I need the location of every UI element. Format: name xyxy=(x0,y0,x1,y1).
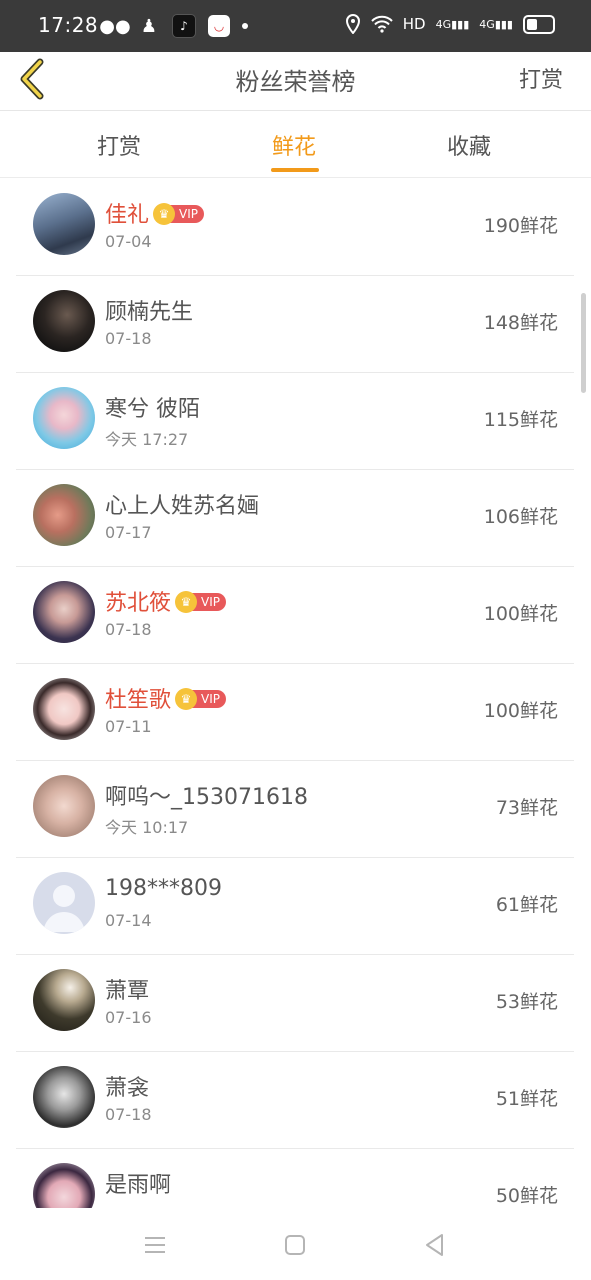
battery-icon xyxy=(523,14,555,34)
gift-date: 07-18 xyxy=(105,620,152,639)
tab-favorites[interactable]: 收藏 xyxy=(447,129,491,161)
list-item[interactable]: 寒兮 彼陌 今天 17:27 115鲜花 xyxy=(16,372,574,470)
system-icons: HD 4G▮▮▮ 4G▮▮▮ xyxy=(345,14,555,34)
list-item[interactable]: 萧覃 07-16 53鲜花 xyxy=(16,954,574,1052)
status-time: 17:28 xyxy=(38,13,99,37)
gift-date: 今天 10:17 xyxy=(105,818,189,837)
tab-reward[interactable]: 打赏 xyxy=(97,129,141,161)
active-tab-indicator xyxy=(271,168,319,172)
list-item[interactable]: 是雨啊 50鲜花 xyxy=(16,1148,574,1208)
page-title: 粉丝荣誉榜 xyxy=(235,68,356,96)
avatar[interactable] xyxy=(33,290,95,352)
flower-count: 100鲜花 xyxy=(483,700,558,722)
tab-bar: 打赏 鲜花 收藏 xyxy=(0,111,591,178)
home-square-icon xyxy=(285,1235,305,1255)
avatar[interactable] xyxy=(33,969,95,1031)
user-name[interactable]: 寒兮 彼陌 xyxy=(105,391,200,423)
flower-count: 53鲜花 xyxy=(495,991,558,1013)
user-name[interactable]: 萧覃 xyxy=(105,973,149,1005)
avatar[interactable] xyxy=(33,484,95,546)
avatar[interactable] xyxy=(33,678,95,740)
flower-count: 73鲜花 xyxy=(495,797,558,819)
user-name[interactable]: 杜笙歌 xyxy=(105,688,171,713)
reward-button[interactable]: 打赏 xyxy=(519,62,563,94)
flower-count: 51鲜花 xyxy=(495,1088,558,1110)
vip-badge: ♛ VIP xyxy=(175,688,226,710)
system-back-button[interactable] xyxy=(420,1230,450,1260)
crown-icon: ♛ xyxy=(175,591,198,613)
list-item[interactable]: 顾楠先生 07-18 148鲜花 xyxy=(16,275,574,373)
system-nav-bar xyxy=(0,1208,591,1280)
avatar[interactable] xyxy=(33,1066,95,1128)
app-notification-icon: ◡ xyxy=(208,15,230,37)
signal-icon-1: 4G▮▮▮ xyxy=(435,17,470,31)
avatar[interactable] xyxy=(33,581,95,643)
wechat-icon: ●● xyxy=(99,15,131,37)
user-name[interactable]: 啊呜～_153071618 xyxy=(105,779,308,811)
back-triangle-icon xyxy=(426,1234,443,1256)
list-item[interactable]: 啊呜～_153071618 今天 10:17 73鲜花 xyxy=(16,760,574,858)
flower-count: 190鲜花 xyxy=(483,215,558,237)
avatar[interactable] xyxy=(33,872,95,934)
qq-icon: ♟ xyxy=(140,15,158,37)
flower-count: 106鲜花 xyxy=(483,506,558,528)
hd-indicator: HD xyxy=(402,15,426,33)
gift-date: 今天 17:27 xyxy=(105,430,189,449)
list-item[interactable]: 苏北筱 ♛ VIP 07-18 100鲜花 xyxy=(16,566,574,664)
tiktok-icon: ♪ xyxy=(172,14,196,38)
crown-icon: ♛ xyxy=(175,688,198,710)
user-name[interactable]: 心上人姓苏名婳 xyxy=(105,488,259,520)
gift-date: 07-18 xyxy=(105,1105,152,1124)
gift-date: 07-04 xyxy=(105,232,152,251)
flower-count: 50鲜花 xyxy=(495,1185,558,1207)
user-name[interactable]: 萧衾 xyxy=(105,1070,149,1102)
list-item[interactable]: 佳礼 ♛ VIP 07-04 190鲜花 xyxy=(16,178,574,276)
notification-icons: ●● ♟ ♪ ◡ xyxy=(99,14,248,38)
flower-count: 148鲜花 xyxy=(483,312,558,334)
avatar[interactable] xyxy=(33,775,95,837)
wifi-icon xyxy=(371,15,393,33)
scrollbar[interactable] xyxy=(581,293,586,393)
vip-badge: ♛ VIP xyxy=(153,203,204,225)
more-notifications-dot-icon xyxy=(242,23,248,29)
gift-date: 07-16 xyxy=(105,1008,152,1027)
flower-count: 100鲜花 xyxy=(483,603,558,625)
user-name[interactable]: 苏北筱 xyxy=(105,591,171,616)
crown-icon: ♛ xyxy=(153,203,176,225)
location-icon xyxy=(345,14,360,34)
default-user-icon xyxy=(43,885,85,932)
flower-count: 115鲜花 xyxy=(483,409,558,431)
signal-icon-2: 4G▮▮▮ xyxy=(479,17,513,31)
user-name[interactable]: 顾楠先生 xyxy=(105,294,193,326)
menu-button[interactable] xyxy=(140,1230,170,1260)
user-name[interactable]: 是雨啊 xyxy=(105,1167,171,1199)
list-item[interactable]: 杜笙歌 ♛ VIP 07-11 100鲜花 xyxy=(16,663,574,761)
home-button[interactable] xyxy=(280,1230,310,1260)
list-item[interactable]: 萧衾 07-18 51鲜花 xyxy=(16,1051,574,1149)
gift-date: 07-17 xyxy=(105,523,152,542)
top-bar: 粉丝荣誉榜 打赏 xyxy=(0,52,591,111)
avatar[interactable] xyxy=(33,1163,95,1208)
menu-icon xyxy=(145,1237,165,1253)
status-bar: 17:28 ●● ♟ ♪ ◡ HD 4G▮▮▮ 4G▮▮▮ xyxy=(0,0,591,52)
vip-badge: ♛ VIP xyxy=(175,591,226,613)
avatar[interactable] xyxy=(33,193,95,255)
flower-count: 61鲜花 xyxy=(495,894,558,916)
avatar[interactable] xyxy=(33,387,95,449)
list-item[interactable]: 198***809 07-14 61鲜花 xyxy=(16,857,574,955)
user-name[interactable]: 佳礼 xyxy=(105,203,149,228)
gift-date: 07-14 xyxy=(105,911,152,930)
user-name[interactable]: 198***809 xyxy=(105,876,222,901)
tab-flowers[interactable]: 鲜花 xyxy=(272,129,316,161)
gift-date: 07-18 xyxy=(105,329,152,348)
list-item[interactable]: 心上人姓苏名婳 07-17 106鲜花 xyxy=(16,469,574,567)
gift-date: 07-11 xyxy=(105,717,152,736)
